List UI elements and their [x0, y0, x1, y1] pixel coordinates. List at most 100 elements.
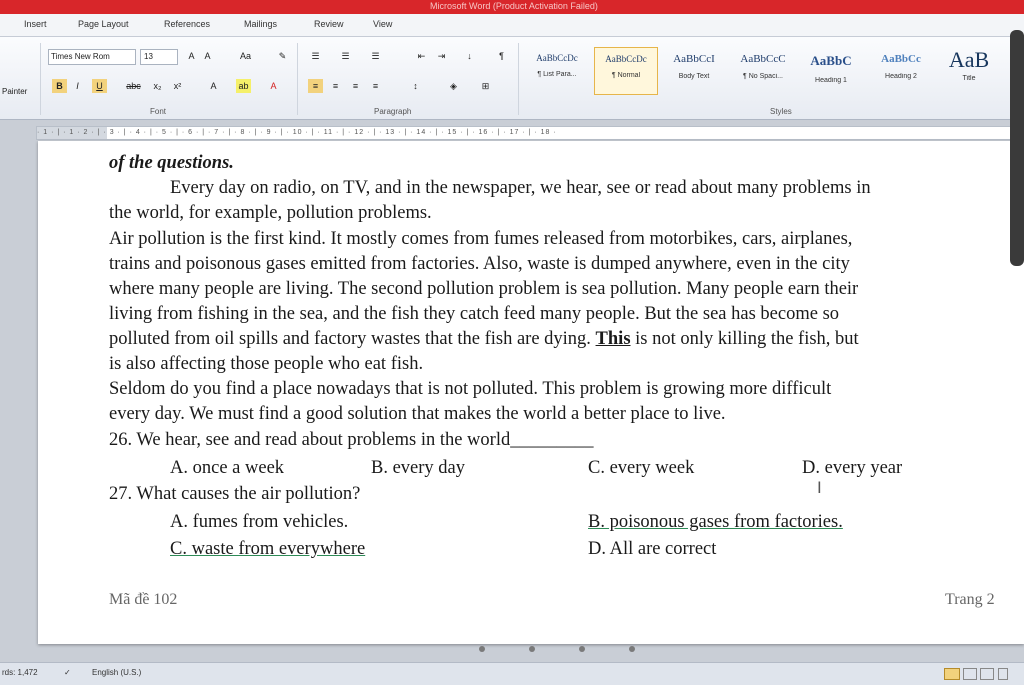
paragraph-3-line-2: every day. We must find a good solution … [109, 404, 726, 424]
paragraph-3-line-1: Seldom do you find a place nowadays that… [109, 379, 832, 399]
subscript-icon[interactable]: x₂ [150, 79, 165, 93]
numbering-icon[interactable]: ☰ [338, 49, 353, 63]
tab-review[interactable]: Review [314, 19, 344, 29]
line-spacing-icon[interactable]: ↕ [408, 79, 423, 93]
font-name-box[interactable]: Times New Rom [48, 49, 136, 65]
paragraph-2-line-3: where many people are living. The second… [109, 279, 859, 299]
paragraph-group-label: Paragraph [374, 107, 412, 116]
borders-icon[interactable]: ⊞ [478, 79, 493, 93]
text-segment: is not only killing the fish, but [630, 329, 859, 349]
decrease-indent-icon[interactable]: ⇤ [414, 49, 429, 63]
web-layout-icon[interactable] [980, 668, 994, 680]
shading-icon[interactable]: ◈ [446, 79, 461, 93]
page-break-dots [479, 639, 679, 657]
horizontal-ruler[interactable]: · 1 · | · 1 · 2 · | · 3 · | · 4 · | · 5 … [36, 126, 1020, 140]
q27-option-a: A. fumes from vehicles. [170, 512, 349, 532]
q26-option-c: C. every week [588, 458, 695, 478]
tab-page-layout[interactable]: Page Layout [78, 19, 129, 29]
style-normal[interactable]: AaBbCcDc ¶ Normal [594, 47, 658, 95]
tab-references[interactable]: References [164, 19, 210, 29]
text-cursor-icon: I [817, 478, 822, 497]
change-case-icon[interactable]: Aa [238, 49, 253, 63]
paragraph-2-line-1: Air pollution is the first kind. It most… [109, 229, 853, 249]
footer-exam-code: Mã đề 102 [109, 591, 178, 608]
ribbon-separator [297, 43, 298, 115]
paragraph-2-line-5: polluted from oil spills and factory was… [109, 329, 859, 349]
style-name: Body Text [678, 73, 710, 80]
font-group-label: Font [150, 107, 167, 116]
paragraph-2-line-4: living from fishing in the sea, and the … [109, 304, 840, 324]
increase-indent-icon[interactable]: ⇥ [434, 49, 449, 63]
clear-format-icon[interactable]: ✎ [275, 49, 290, 63]
q27-option-d: D. All are correct [588, 539, 717, 559]
strikethrough-icon[interactable]: abc [126, 79, 141, 93]
style-list-paragraph[interactable]: AaBbCcDc ¶ List Para... [526, 47, 588, 93]
multilevel-list-icon[interactable]: ☰ [368, 49, 383, 63]
highlight-icon[interactable]: ab [236, 79, 251, 93]
style-preview: AaBbCcDc [536, 53, 578, 63]
question-26-text: 26. We hear, see and read about problems… [109, 430, 511, 450]
word-count[interactable]: rds: 1,472 [2, 668, 38, 677]
paragraph-2-line-6: is also affecting those people who eat f… [109, 354, 424, 374]
style-preview: AaBbCcI [673, 53, 715, 65]
style-title[interactable]: AaB Title [938, 47, 1000, 93]
bold-icon[interactable]: B [52, 79, 67, 93]
style-heading-2[interactable]: AaBbCc Heading 2 [870, 47, 932, 93]
language-indicator[interactable]: English (U.S.) [92, 668, 141, 677]
underlined-word-this: This [595, 329, 631, 349]
format-painter-label[interactable]: Painter [2, 87, 27, 96]
text-effects-icon[interactable]: A [206, 79, 221, 93]
paragraph-1-line-1: Every day on radio, on TV, and in the ne… [170, 178, 871, 198]
tab-mailings[interactable]: Mailings [244, 19, 277, 29]
font-size-box[interactable]: 13 [140, 49, 178, 65]
superscript-icon[interactable]: x² [170, 79, 185, 93]
title-bar: Microsoft Word (Product Activation Faile… [0, 0, 1024, 14]
align-left-icon[interactable]: ≡ [308, 79, 323, 93]
align-center-icon[interactable]: ≡ [328, 79, 343, 93]
status-bar: rds: 1,472 ✓ English (U.S.) [0, 662, 1024, 685]
style-body-text[interactable]: AaBbCcI Body Text [663, 47, 725, 93]
grow-font-icon[interactable]: A [184, 49, 199, 63]
document-page[interactable]: of the questions. Every day on radio, on… [38, 141, 1024, 652]
style-heading-1[interactable]: AaBbC Heading 1 [800, 47, 862, 93]
footer-page-number: Trang 2 [945, 591, 995, 608]
font-size-value: 13 [144, 52, 153, 61]
print-layout-icon[interactable] [944, 668, 960, 680]
italic-icon[interactable]: I [70, 79, 85, 93]
proofing-icon[interactable]: ✓ [64, 668, 71, 677]
ribbon-separator [40, 43, 41, 115]
style-preview: AaBbCc [881, 53, 921, 65]
style-name: ¶ Normal [611, 72, 641, 79]
underline-icon[interactable]: U [92, 79, 107, 93]
sort-icon[interactable]: ↓ [462, 49, 477, 63]
shrink-font-icon[interactable]: A [200, 49, 215, 63]
instruction-tail: of the questions. [109, 153, 234, 173]
ribbon-separator [518, 43, 519, 115]
question-26: 26. We hear, see and read about problems… [109, 430, 593, 450]
tab-insert[interactable]: Insert [24, 19, 47, 29]
ribbon: Painter Times New Rom 13 A A Aa ✎ B I U … [0, 37, 1024, 120]
font-color-icon[interactable]: A [266, 79, 281, 93]
style-name: Heading 1 [815, 77, 847, 84]
text-segment: polluted from oil spills and factory was… [109, 329, 596, 349]
pilcrow-icon[interactable]: ¶ [494, 49, 509, 63]
bullets-icon[interactable]: ☰ [308, 49, 323, 63]
style-name: ¶ List Para... [537, 71, 577, 78]
style-preview: AaB [948, 47, 990, 72]
paragraph-1-line-2: the world, for example, pollution proble… [109, 203, 432, 223]
question-27: 27. What causes the air pollution? [109, 484, 361, 504]
style-preview: AaBbCcC [740, 53, 786, 65]
font-name-value: Times New Rom [51, 52, 110, 61]
style-name: Heading 2 [885, 73, 917, 80]
q27-option-c: C. waste from everywhere [170, 539, 366, 559]
q26-option-b: B. every day [371, 458, 466, 478]
justify-icon[interactable]: ≡ [368, 79, 383, 93]
style-name: ¶ No Spaci... [743, 73, 783, 80]
outline-view-icon[interactable] [998, 668, 1008, 680]
vertical-scrollbar[interactable] [1010, 30, 1024, 266]
style-no-spacing[interactable]: AaBbCcC ¶ No Spaci... [732, 47, 794, 93]
ruler-numbers: · 1 · | · 1 · 2 · | · 3 · | · 4 · | · 5 … [37, 129, 557, 136]
full-screen-view-icon[interactable] [963, 668, 977, 680]
align-right-icon[interactable]: ≡ [348, 79, 363, 93]
tab-view[interactable]: View [373, 19, 392, 29]
